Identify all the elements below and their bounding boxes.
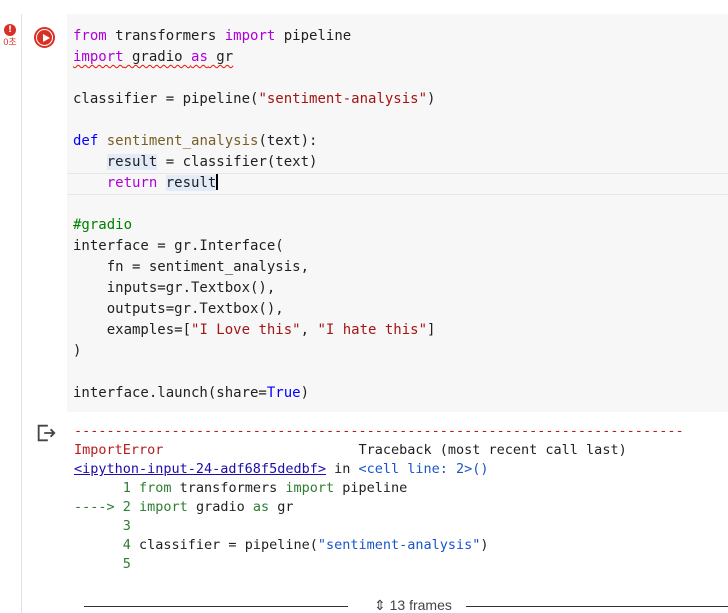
- code-line-18: interface.launch(share=True): [73, 385, 310, 401]
- code-line-16: ): [73, 343, 82, 359]
- cell-ref: <cell line: 2>(): [358, 461, 489, 477]
- cell-output: ----------------------------------------…: [74, 422, 684, 574]
- code-line-14: outputs=gr.Textbox(),: [73, 301, 284, 317]
- frames-rule-right: [466, 606, 728, 607]
- collapsed-frames: ⇕ 13 frames: [84, 598, 728, 613]
- code-line-12: fn = sentiment_analysis,: [73, 259, 310, 275]
- code-line-8: return result: [67, 173, 728, 195]
- code-line-10: #gradio: [73, 217, 133, 233]
- traceback-separator: ----------------------------------------…: [74, 423, 684, 439]
- trace-line-4: 4 classifier = pipeline("sentiment-analy…: [74, 537, 489, 553]
- traceback-location: <ipython-input-24-adf68f5dedbf> in <cell…: [74, 461, 489, 477]
- unfold-icon: ⇕: [374, 597, 386, 613]
- trace-line-2: ----> 2 import gradio as gr: [74, 499, 294, 515]
- trace-line-5: 5: [74, 556, 131, 572]
- cell-gutter: [21, 14, 22, 613]
- trace-line-1: 1 from transformers import pipeline: [74, 480, 408, 496]
- code-line-11: interface = gr.Interface(: [73, 238, 284, 254]
- error-icon: !: [4, 24, 16, 36]
- code-line-13: inputs=gr.Textbox(),: [73, 280, 276, 296]
- code-line-6: def sentiment_analysis(text):: [73, 133, 318, 149]
- run-cell-button[interactable]: [34, 27, 55, 48]
- code-line-4: classifier = pipeline("sentiment-analysi…: [73, 91, 436, 107]
- code-line-2: import gradio as gr: [73, 49, 234, 65]
- code-lines: from transformers import pipeline import…: [67, 26, 728, 404]
- exec-time: 0초: [3, 37, 17, 47]
- source-link[interactable]: <ipython-input-24-adf68f5dedbf>: [74, 461, 326, 477]
- expand-frames-button[interactable]: ⇕ 13 frames: [366, 598, 460, 613]
- cell-status: ! 0초: [0, 22, 20, 48]
- play-icon: [37, 30, 52, 45]
- code-line-7: result = classifier(text): [106, 154, 318, 170]
- frames-label: 13 frames: [389, 597, 452, 613]
- traceback-header: ImportError Traceback (most recent call …: [74, 441, 684, 460]
- output-menu-icon[interactable]: [35, 422, 57, 444]
- traceback-label: Traceback (most recent call last): [358, 442, 627, 458]
- code-editor[interactable]: from transformers import pipeline import…: [67, 14, 728, 412]
- code-line-15: examples=["I Love this", "I hate this"]: [73, 322, 436, 338]
- code-line-1: from transformers import pipeline: [73, 28, 352, 44]
- frames-rule-left: [84, 606, 348, 607]
- trace-line-3: 3: [74, 518, 131, 534]
- error-type: ImportError: [74, 442, 164, 458]
